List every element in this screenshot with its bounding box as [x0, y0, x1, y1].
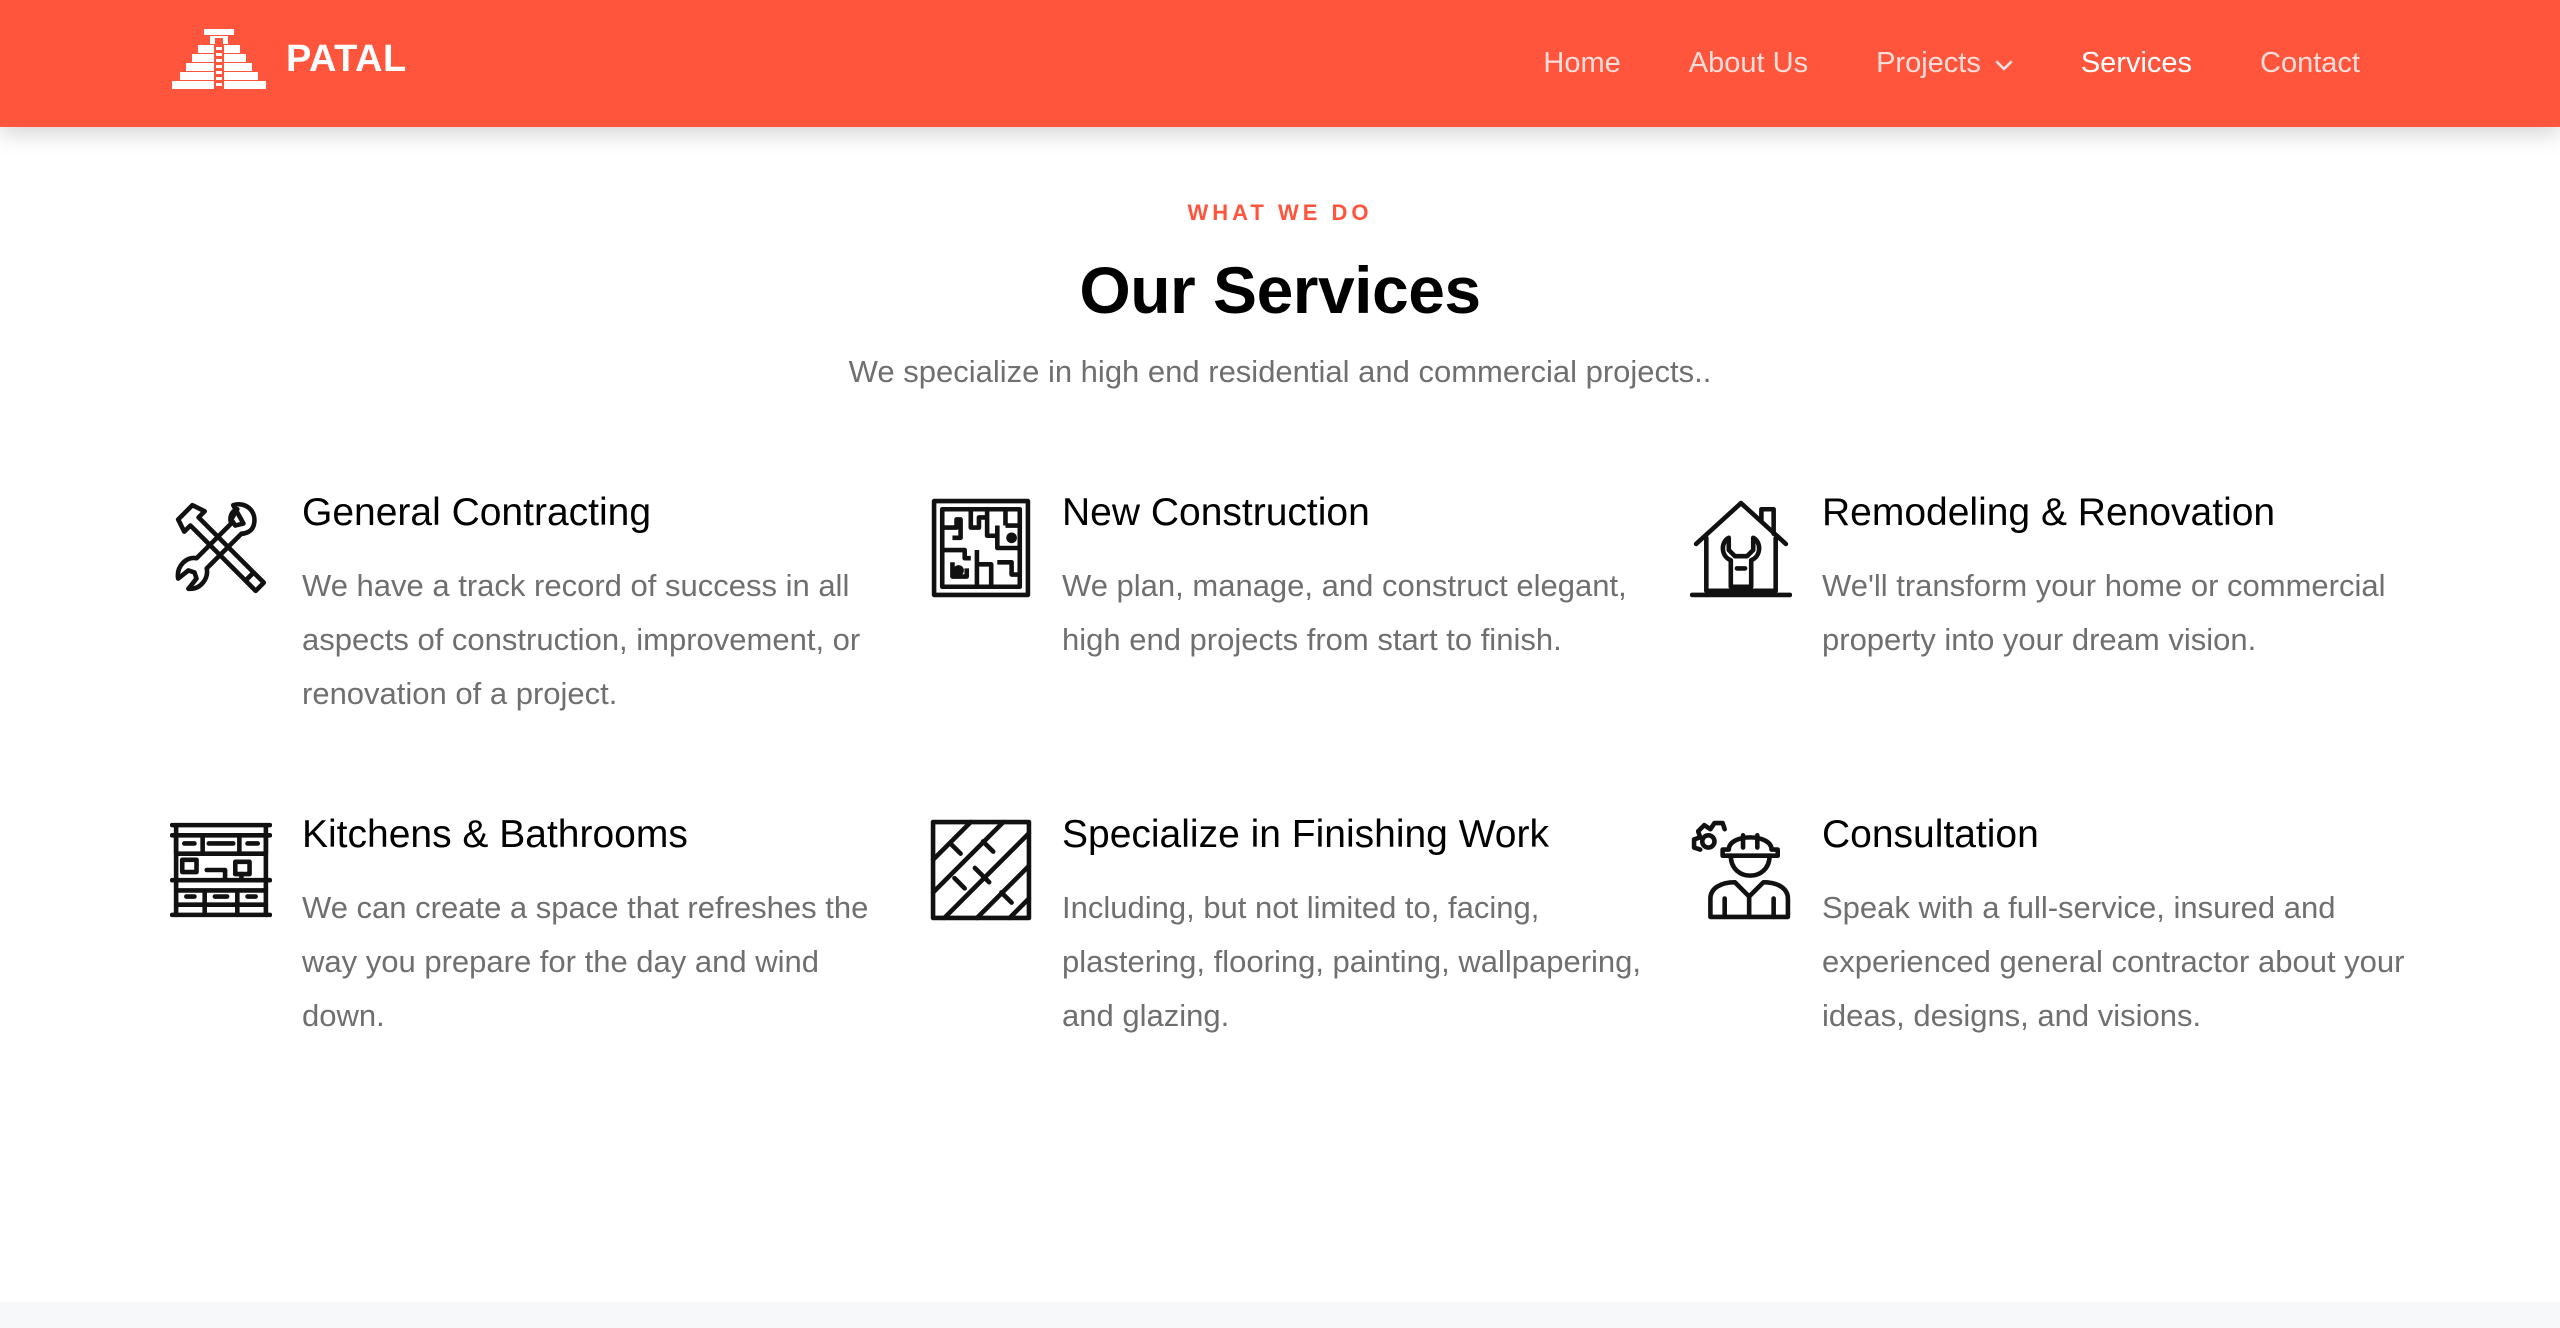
main-menu: Home About Us Projects Services Contact: [1475, 0, 2360, 127]
nav-link-label: Home: [1543, 47, 1621, 79]
brand-name: PATAL: [286, 37, 407, 80]
pyramid-logo-icon: [170, 29, 268, 89]
nav-link-label: About Us: [1688, 47, 1809, 79]
nav-link-home[interactable]: Home: [1543, 47, 1620, 80]
service-description: We have a track record of success in all…: [302, 568, 861, 711]
chevron-down-icon: [1995, 47, 2013, 80]
engineer-icon: [1690, 819, 1792, 921]
flooring-icon: [930, 819, 1032, 921]
section-title: Our Services: [1079, 253, 1481, 327]
service-description: We'll transform your home or commercial …: [1822, 568, 2386, 657]
nav-link-label: Contact: [2260, 47, 2360, 79]
top-navbar: PATAL Home About Us Projects Services Co…: [0, 0, 2560, 127]
service-description: We can create a space that refreshes the…: [302, 890, 869, 1033]
service-title: General Contracting: [302, 491, 652, 534]
nav-link-about-us[interactable]: About Us: [1689, 47, 1808, 80]
section-eyebrow: WHAT WE DO: [1187, 200, 1373, 225]
tools-icon: [170, 497, 272, 599]
next-section-edge: [0, 1302, 2560, 1328]
service-description: We plan, manage, and construct elegant, …: [1062, 568, 1627, 657]
service-description: Speak with a full-service, insured and e…: [1822, 890, 2405, 1033]
nav-link-services[interactable]: Services: [2081, 47, 2192, 80]
service-title: Specialize in Finishing Work: [1062, 813, 1549, 856]
house-wrench-icon: [1690, 497, 1792, 599]
section-subtitle: We specialize in high end residential an…: [848, 354, 1712, 389]
service-title: New Construction: [1062, 491, 1370, 534]
nav-link-contact[interactable]: Contact: [2260, 47, 2360, 80]
service-description: Including, but not limited to, facing, p…: [1062, 890, 1642, 1033]
kitchen-icon: [170, 819, 272, 921]
nav-link-label: Projects: [1876, 47, 1981, 79]
nav-link-label: Services: [2080, 47, 2193, 79]
service-title: Remodeling & Renovation: [1822, 491, 2276, 534]
nav-link-projects[interactable]: Projects: [1876, 47, 2013, 80]
blueprint-icon: [930, 497, 1032, 599]
service-title: Consultation: [1822, 813, 2039, 856]
service-title: Kitchens & Bathrooms: [302, 813, 688, 856]
brand-logo-link[interactable]: PATAL: [170, 28, 407, 90]
